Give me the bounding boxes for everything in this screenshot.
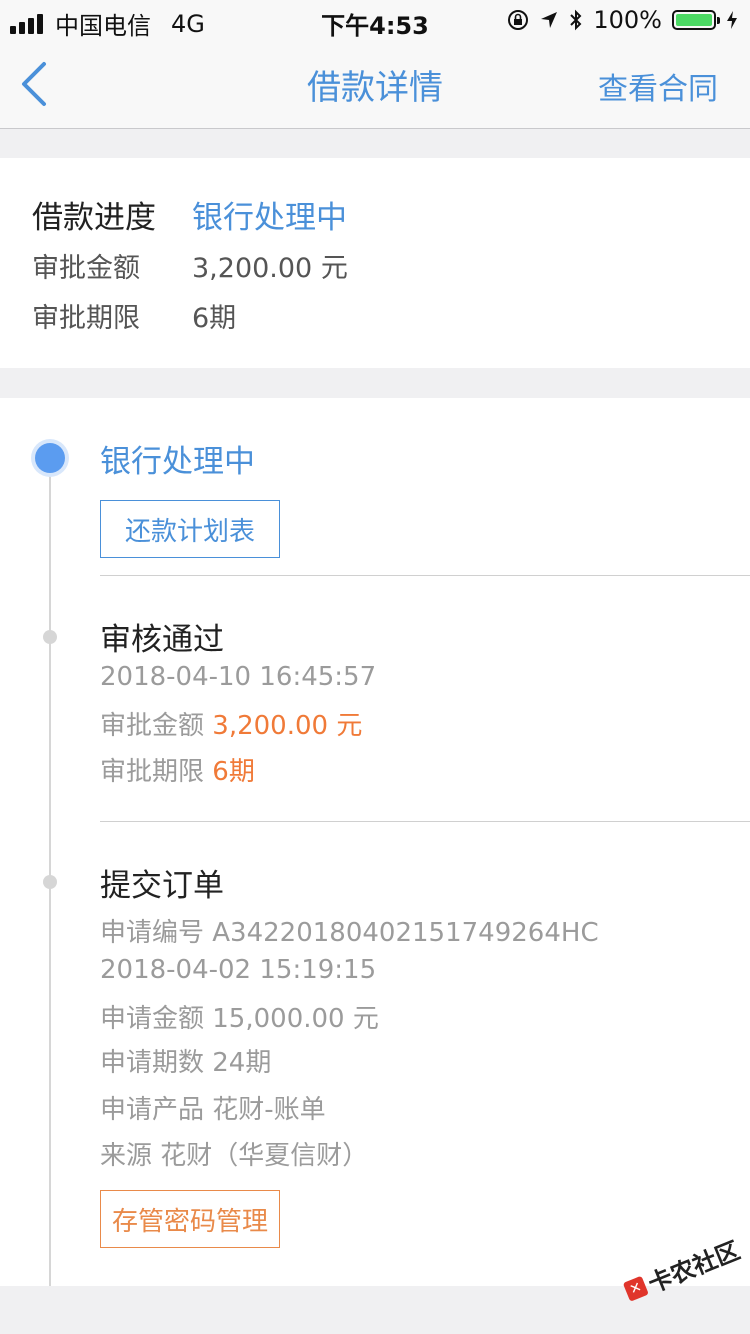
location-icon — [541, 12, 558, 28]
step-title-submitted: 提交订单 — [100, 868, 224, 904]
amount-label: 审批金额 — [32, 253, 140, 284]
status-right: 100% — [507, 6, 738, 34]
progress-row: 借款进度 银行处理中 — [32, 192, 347, 237]
apply-amount: 申请金额 15,000.00 元 — [100, 1004, 379, 1034]
approved-amount-line: 审批金额 3,200.00 元 — [100, 705, 362, 742]
charging-icon — [727, 11, 737, 29]
status-bar: 中国电信 4G 下午4:53 100% — [0, 0, 750, 40]
custody-password-button[interactable]: 存管密码管理 — [100, 1190, 280, 1248]
loan-summary-card: 借款进度 银行处理中 审批金额 3,200.00 元 审批期限 6期 — [0, 158, 750, 368]
rotation-lock-icon — [508, 10, 529, 30]
timeline-line — [49, 458, 51, 1286]
term-label: 审批期限 — [32, 303, 140, 334]
progress-label: 借款进度 — [32, 200, 156, 236]
term-row: 审批期限 6期 — [32, 296, 236, 335]
repayment-schedule-button[interactable]: 还款计划表 — [100, 500, 280, 558]
timeline-divider — [100, 821, 750, 822]
approved-amount-value: 3,200.00 元 — [212, 711, 363, 741]
approved-datetime: 2018-04-10 16:45:57 — [100, 662, 377, 692]
term-value: 6期 — [192, 303, 237, 334]
timeline-divider — [100, 575, 750, 576]
view-contract-button[interactable]: 查看合同 — [598, 64, 718, 108]
apply-product: 申请产品 花财-账单 — [100, 1095, 326, 1125]
approved-term-label: 审批期限 — [100, 757, 205, 787]
progress-value: 银行处理中 — [192, 200, 347, 236]
amount-row: 审批金额 3,200.00 元 — [32, 246, 348, 285]
order-number: 申请编号 A34220180402151749264HC — [100, 918, 599, 948]
timeline-dot — [43, 630, 57, 644]
battery-icon — [672, 10, 720, 30]
submitted-datetime: 2018-04-02 15:19:15 — [100, 955, 377, 985]
bluetooth-icon — [570, 9, 582, 31]
timeline-dot-active — [35, 443, 65, 473]
amount-value: 3,200.00 元 — [192, 253, 348, 284]
loan-timeline-card: 银行处理中 还款计划表 审核通过 2018-04-10 16:45:57 审批金… — [0, 398, 750, 1286]
timeline-dot — [43, 875, 57, 889]
apply-term: 申请期数 24期 — [100, 1048, 272, 1078]
nav-bar: 借款详情 查看合同 — [0, 40, 750, 129]
approved-term-value: 6期 — [212, 757, 255, 787]
approved-term-line: 审批期限 6期 — [100, 751, 255, 788]
battery-percent: 100% — [593, 6, 662, 34]
watermark-logo-icon: ✕ — [622, 1275, 649, 1302]
step-title-approved: 审核通过 — [100, 622, 224, 658]
order-source: 来源 花财（华夏信财） — [100, 1141, 369, 1171]
approved-amount-label: 审批金额 — [100, 711, 205, 741]
step-title-processing: 银行处理中 — [100, 444, 255, 480]
